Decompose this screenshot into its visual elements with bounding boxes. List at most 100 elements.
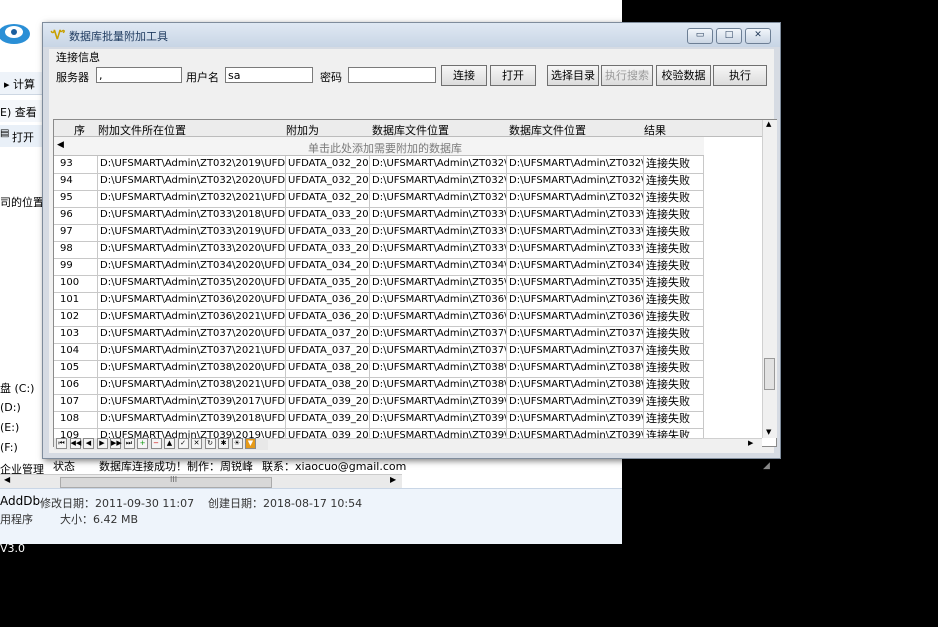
cell-db-file[interactable]: D:\UFSMART\Admin\ZT039\2 xyxy=(370,411,507,428)
cell-db-file[interactable]: D:\UFSMART\Admin\ZT038\2 xyxy=(370,377,507,394)
cell-source-path[interactable]: D:\UFSMART\Admin\ZT033\2019\UFDAT xyxy=(98,224,286,241)
drive-d[interactable]: (D:) xyxy=(0,401,21,414)
cell-no[interactable]: 107 xyxy=(54,394,98,411)
cell-no[interactable]: 99 xyxy=(54,258,98,275)
cell-no[interactable]: 101 xyxy=(54,292,98,309)
drive-e[interactable]: (E:) xyxy=(0,421,19,434)
cell-no[interactable]: 102 xyxy=(54,309,98,326)
cell-db-file[interactable]: D:\UFSMART\Admin\ZT036\2 xyxy=(370,292,507,309)
navigator-prev-icon[interactable]: ◀ xyxy=(83,438,94,449)
search-button[interactable]: 执行搜索 xyxy=(601,65,653,86)
table-row[interactable]: 100 D:\UFSMART\Admin\ZT035\2020\UFDAT UFDA… xyxy=(54,275,704,293)
address-bar[interactable]: ▸ 计算 xyxy=(0,72,48,95)
cell-no[interactable]: 105 xyxy=(54,360,98,377)
cell-log-file[interactable]: D:\UFSMART\Admin\ZT034\ xyxy=(507,258,644,275)
column-header-no[interactable]: 序 xyxy=(74,122,85,138)
cell-log-file[interactable]: D:\UFSMART\Admin\ZT037\ xyxy=(507,343,644,360)
navigator-next-icon[interactable]: ▶ xyxy=(96,438,108,449)
cell-no[interactable]: 95 xyxy=(54,190,98,207)
cell-source-path[interactable]: D:\UFSMART\Admin\ZT038\2021\UFDAT xyxy=(98,377,286,394)
close-button[interactable]: ✕ xyxy=(745,28,771,44)
cell-attach-as[interactable]: UFDATA_033_201 xyxy=(286,207,370,224)
drive-f[interactable]: (F:) xyxy=(0,441,18,454)
table-row[interactable]: 102 D:\UFSMART\Admin\ZT036\2021\UFDAT UFDA… xyxy=(54,309,704,327)
cell-log-file[interactable]: D:\UFSMART\Admin\ZT039\ xyxy=(507,394,644,411)
cell-source-path[interactable]: D:\UFSMART\Admin\ZT039\2017\UFDAT xyxy=(98,394,286,411)
resize-grip-icon[interactable]: ◢ xyxy=(763,461,770,471)
cell-db-file[interactable]: D:\UFSMART\Admin\ZT032\2 xyxy=(370,190,507,207)
cell-attach-as[interactable]: UFDATA_032_202 xyxy=(286,173,370,190)
navigator-delete-icon[interactable]: − xyxy=(150,438,162,449)
cell-attach-as[interactable]: UFDATA_032_202 xyxy=(286,190,370,207)
cell-db-file[interactable]: D:\UFSMART\Admin\ZT032\2 xyxy=(370,173,507,190)
cell-attach-as[interactable]: UFDATA_038_202 xyxy=(286,360,370,377)
cell-attach-as[interactable]: UFDATA_033_202 xyxy=(286,241,370,258)
table-row[interactable]: 99 D:\UFSMART\Admin\ZT034\2020\UFDAT UFDAT… xyxy=(54,258,704,276)
cell-db-file[interactable]: D:\UFSMART\Admin\ZT033\2 xyxy=(370,241,507,258)
cell-result[interactable]: 连接失败 xyxy=(644,292,704,309)
cell-attach-as[interactable]: UFDATA_037_202 xyxy=(286,343,370,360)
cell-log-file[interactable]: D:\UFSMART\Admin\ZT032\ xyxy=(507,190,644,207)
cell-no[interactable]: 93 xyxy=(54,156,98,173)
cell-result[interactable]: 连接失败 xyxy=(644,207,704,224)
column-header-result[interactable]: 结果 xyxy=(644,122,666,138)
cell-log-file[interactable]: D:\UFSMART\Admin\ZT033\ xyxy=(507,224,644,241)
cell-attach-as[interactable]: UFDATA_038_202 xyxy=(286,377,370,394)
cell-no[interactable]: 109 xyxy=(54,428,98,438)
cell-attach-as[interactable]: UFDATA_032_201 xyxy=(286,156,370,173)
navigator-first-icon[interactable]: ⏮ xyxy=(56,438,67,449)
cell-attach-as[interactable]: UFDATA_036_202 xyxy=(286,309,370,326)
cell-attach-as[interactable]: UFDATA_036_202 xyxy=(286,292,370,309)
select-directory-button[interactable]: 选择目录 xyxy=(547,65,599,86)
cell-no[interactable]: 98 xyxy=(54,241,98,258)
cell-log-file[interactable]: D:\UFSMART\Admin\ZT036\ xyxy=(507,292,644,309)
cell-log-file[interactable]: D:\UFSMART\Admin\ZT038\ xyxy=(507,377,644,394)
cell-db-file[interactable]: D:\UFSMART\Admin\ZT039\2 xyxy=(370,394,507,411)
table-row[interactable]: 97 D:\UFSMART\Admin\ZT033\2019\UFDAT UFDAT… xyxy=(54,224,704,242)
cell-log-file[interactable]: D:\UFSMART\Admin\ZT033\ xyxy=(507,207,644,224)
table-row[interactable]: 106 D:\UFSMART\Admin\ZT038\2021\UFDAT UFDA… xyxy=(54,377,704,395)
cell-source-path[interactable]: D:\UFSMART\Admin\ZT039\2018\UFDAT xyxy=(98,411,286,428)
table-row[interactable]: 94 D:\UFSMART\Admin\ZT032\2020\UFDAT UFDAT… xyxy=(54,173,704,191)
cell-source-path[interactable]: D:\UFSMART\Admin\ZT036\2020\UFDAT xyxy=(98,292,286,309)
cell-source-path[interactable]: D:\UFSMART\Admin\ZT037\2021\UFDAT xyxy=(98,343,286,360)
cell-no[interactable]: 94 xyxy=(54,173,98,190)
cell-source-path[interactable]: D:\UFSMART\Admin\ZT032\2020\UFDAT xyxy=(98,173,286,190)
cell-source-path[interactable]: D:\UFSMART\Admin\ZT036\2021\UFDAT xyxy=(98,309,286,326)
vertical-scrollbar[interactable]: ▲ ▼ xyxy=(762,120,777,438)
cell-db-file[interactable]: D:\UFSMART\Admin\ZT038\2 xyxy=(370,360,507,377)
cell-no[interactable]: 108 xyxy=(54,411,98,428)
navigator-move-up-icon[interactable]: ▲ xyxy=(164,438,175,449)
navigator-last-icon[interactable]: ⏭ xyxy=(123,438,135,449)
scroll-down-arrow-icon[interactable]: ▼ xyxy=(766,428,771,436)
cell-attach-as[interactable]: UFDATA_035_202 xyxy=(286,275,370,292)
cell-source-path[interactable]: D:\UFSMART\Admin\ZT039\2019\UFDAT xyxy=(98,428,286,438)
scroll-right-arrow-icon[interactable]: ▶ xyxy=(390,475,396,484)
cell-result[interactable]: 连接失败 xyxy=(644,394,704,411)
cell-no[interactable]: 96 xyxy=(54,207,98,224)
cell-log-file[interactable]: D:\UFSMART\Admin\ZT032\ xyxy=(507,173,644,190)
cell-log-file[interactable]: D:\UFSMART\Admin\ZT035\ xyxy=(507,275,644,292)
open-button[interactable]: 打开 xyxy=(490,65,536,86)
cell-db-file[interactable]: D:\UFSMART\Admin\ZT033\2 xyxy=(370,224,507,241)
cell-db-file[interactable]: D:\UFSMART\Admin\ZT037\2 xyxy=(370,343,507,360)
cell-result[interactable]: 连接失败 xyxy=(644,377,704,394)
database-grid[interactable]: 序 附加文件所在位置 附加为 数据库文件位置 数据库文件位置 结果 ◀ 单击此处… xyxy=(53,119,777,451)
cell-attach-as[interactable]: UFDATA_033_201 xyxy=(286,224,370,241)
navigator-cancel-icon[interactable]: ✕ xyxy=(191,438,202,449)
cell-no[interactable]: 106 xyxy=(54,377,98,394)
cell-log-file[interactable]: D:\UFSMART\Admin\ZT038\ xyxy=(507,360,644,377)
cell-source-path[interactable]: D:\UFSMART\Admin\ZT033\2018\UFDAT xyxy=(98,207,286,224)
cell-no[interactable]: 103 xyxy=(54,326,98,343)
navigator-add-icon[interactable]: + xyxy=(137,438,148,449)
cell-db-file[interactable]: D:\UFSMART\Admin\ZT035\2 xyxy=(370,275,507,292)
navigator-sun-icon[interactable]: ☀ xyxy=(231,438,243,449)
navigator-filter-icon[interactable]: ▼ xyxy=(245,438,256,449)
navigator-star-icon[interactable]: ✱ xyxy=(218,438,229,449)
cell-db-file[interactable]: D:\UFSMART\Admin\ZT039\2 xyxy=(370,428,507,438)
cell-attach-as[interactable]: UFDATA_039_201 xyxy=(286,428,370,438)
menu-bar[interactable]: E) 查看 xyxy=(0,100,48,122)
table-row[interactable]: 103 D:\UFSMART\Admin\ZT037\2020\UFDAT UFDA… xyxy=(54,326,704,344)
verify-data-button[interactable]: 校验数据 xyxy=(656,65,711,86)
navigator-confirm-icon[interactable]: ✓ xyxy=(177,438,189,449)
